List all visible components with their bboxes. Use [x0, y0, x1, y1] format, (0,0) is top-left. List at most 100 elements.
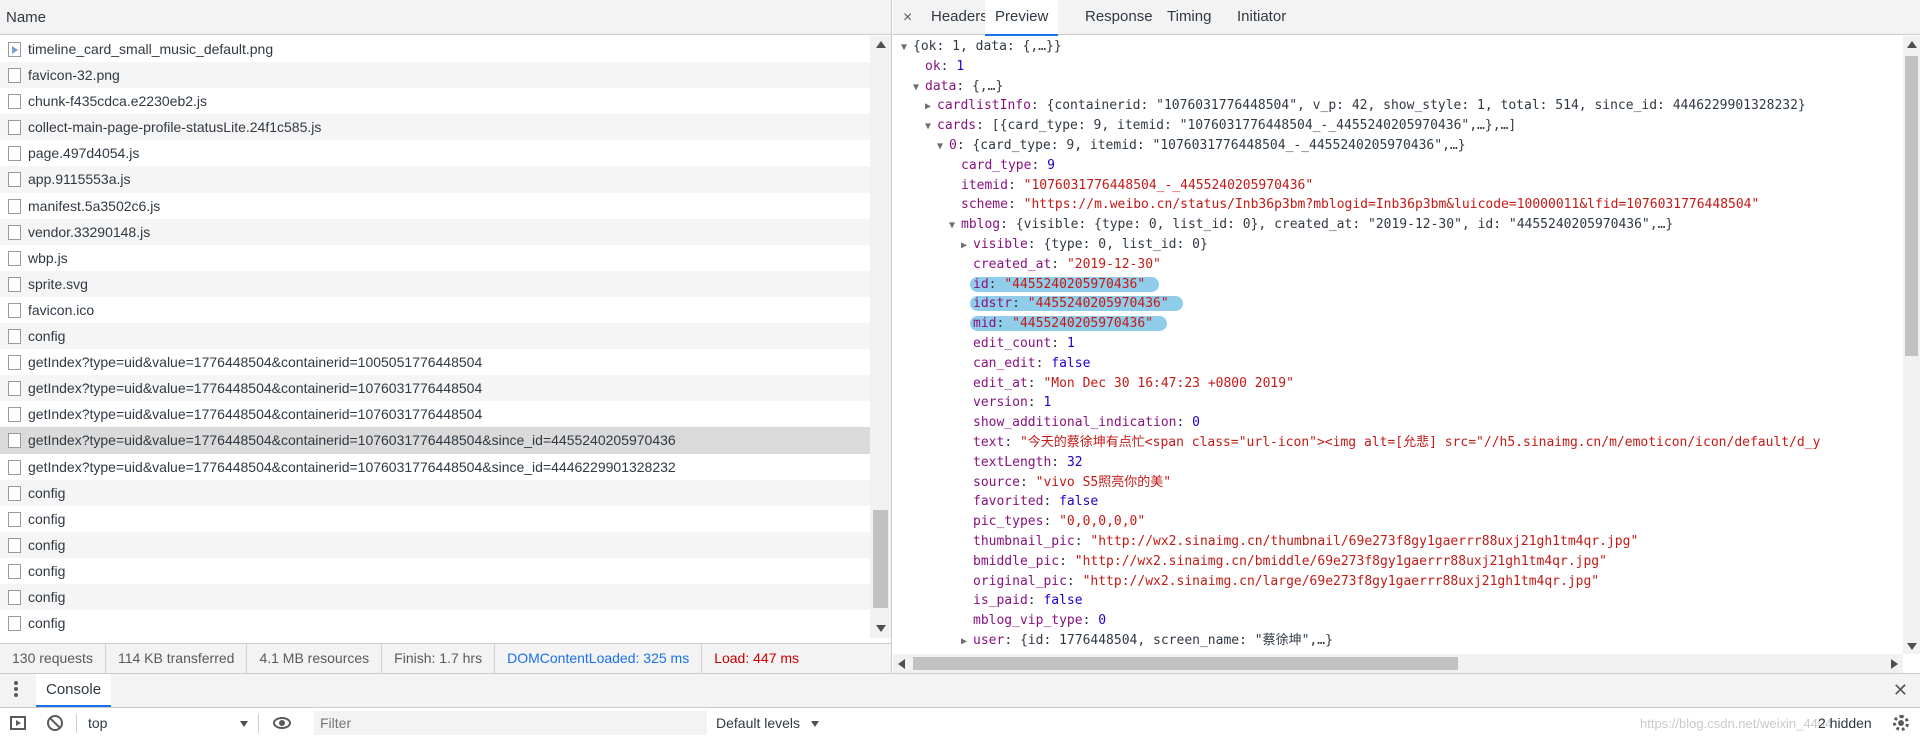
request-row[interactable]: favicon-32.png: [0, 62, 870, 89]
chevron-down-icon[interactable]: [811, 721, 819, 727]
json-tree-line[interactable]: thumbnail_pic: "http://wx2.sinaimg.cn/th…: [961, 532, 1638, 552]
request-row[interactable]: vendor.33290148.js: [0, 218, 870, 245]
json-tree-line[interactable]: id: "4455240205970436": [961, 275, 1160, 295]
request-row[interactable]: sprite.svg: [0, 270, 870, 297]
json-tree-line[interactable]: ▼ cards: [{card_type: 9, itemid: "1076031…: [925, 116, 1516, 136]
tab-console[interactable]: Console: [36, 674, 112, 707]
json-tree-line[interactable]: ▶ visible: {type: 0, list_id: 0}: [961, 235, 1208, 255]
json-tree-line[interactable]: show_additional_indication: 0: [961, 413, 1200, 433]
json-key: edit_count: [973, 336, 1052, 351]
json-tree-line[interactable]: ▼ data: {,…}: [913, 77, 1003, 97]
expanded-triangle-icon[interactable]: ▼: [925, 117, 937, 137]
json-tree-line[interactable]: edit_count: 1: [961, 334, 1075, 354]
request-row[interactable]: timeline_card_small_music_default.png: [0, 36, 870, 62]
console-filter-input[interactable]: [314, 711, 707, 735]
request-row[interactable]: getIndex?type=uid&value=1776448504&conta…: [0, 401, 870, 427]
expanded-triangle-icon[interactable]: ▼: [949, 216, 961, 236]
preview-vertical-scrollbar[interactable]: [1903, 36, 1920, 654]
request-row[interactable]: getIndex?type=uid&value=1776448504&conta…: [0, 454, 870, 480]
json-tree-line[interactable]: mid: "4455240205970436": [961, 314, 1168, 334]
json-tree-line[interactable]: text: "今天的蔡徐坤有点忙<span class="url-icon"><…: [961, 433, 1820, 453]
live-expression-eye-icon[interactable]: [273, 717, 291, 729]
log-levels-dropdown[interactable]: Default levels: [716, 708, 800, 739]
json-tree-line[interactable]: idstr: "4455240205970436": [961, 294, 1183, 314]
json-tree-line[interactable]: ▼ mblog: {visible: {type: 0, list_id: 0},…: [949, 215, 1673, 235]
request-row[interactable]: config: [0, 479, 870, 506]
scroll-thumb[interactable]: [1905, 56, 1918, 356]
expanded-triangle-icon[interactable]: ▼: [913, 78, 925, 98]
scroll-left-arrow-icon[interactable]: [898, 659, 905, 669]
context-selector[interactable]: top: [88, 708, 107, 739]
clear-console-icon[interactable]: [47, 715, 63, 731]
collapsed-triangle-icon[interactable]: ▶: [961, 236, 973, 256]
json-tree-line[interactable]: scheme: "https://m.weibo.cn/status/Inb36…: [949, 195, 1759, 215]
json-tree-line[interactable]: is_paid: false: [961, 591, 1083, 611]
gear-icon[interactable]: [1893, 715, 1909, 731]
close-drawer-icon[interactable]: ✕: [1893, 674, 1908, 707]
request-list-scrollbar[interactable]: [870, 36, 891, 638]
scroll-down-arrow-icon[interactable]: [876, 625, 886, 632]
scroll-up-arrow-icon[interactable]: [876, 41, 886, 48]
json-punctuation: :: [1082, 613, 1099, 629]
show-sidebar-icon[interactable]: [10, 716, 26, 730]
file-icon: [8, 120, 21, 136]
scroll-down-arrow-icon[interactable]: [1907, 643, 1917, 650]
expanded-triangle-icon[interactable]: ▼: [901, 38, 913, 58]
json-tree-line[interactable]: ▼ 0: {card_type: 9, itemid: "107603177644…: [937, 136, 1466, 156]
request-row[interactable]: page.497d4054.js: [0, 140, 870, 166]
request-name: timeline_card_small_music_default.png: [28, 41, 274, 57]
json-tree-line[interactable]: ▶ cardlistInfo: {containerid: "1076031776…: [925, 96, 1806, 116]
request-row[interactable]: config: [0, 610, 870, 636]
request-row[interactable]: config: [0, 323, 870, 350]
json-tree-line[interactable]: created_at: "2019-12-30": [961, 255, 1161, 275]
json-tree-line[interactable]: pic_types: "0,0,0,0,0": [961, 512, 1145, 532]
json-tree-line[interactable]: ok: 1: [913, 57, 964, 77]
hidden-messages-count[interactable]: 2 hidden: [1818, 708, 1872, 739]
request-row[interactable]: config: [0, 531, 870, 558]
request-row[interactable]: collect-main-page-profile-statusLite.24f…: [0, 114, 870, 141]
request-row[interactable]: chunk-f435cdca.e2230eb2.js: [0, 88, 870, 114]
tab-initiator[interactable]: Initiator: [1227, 0, 1296, 34]
json-tree-line[interactable]: source: "vivo S5照亮你的美": [961, 473, 1171, 493]
expanded-triangle-icon[interactable]: ▼: [937, 137, 949, 157]
chevron-down-icon[interactable]: [240, 721, 248, 727]
more-tools-icon[interactable]: [14, 681, 18, 699]
json-tree-line[interactable]: itemid: "1076031776448504_-_445524020597…: [949, 176, 1313, 196]
request-row[interactable]: wbp.js: [0, 245, 870, 271]
scroll-right-arrow-icon[interactable]: [1891, 659, 1898, 669]
request-row[interactable]: config: [0, 583, 870, 611]
request-row[interactable]: config: [0, 506, 870, 532]
preview-horizontal-scrollbar[interactable]: [893, 654, 1903, 673]
request-name: vendor.33290148.js: [28, 223, 151, 240]
json-tree-line[interactable]: favorited: false: [961, 492, 1098, 512]
collapsed-triangle-icon[interactable]: ▶: [925, 97, 937, 117]
json-tree-line[interactable]: original_pic: "http://wx2.sinaimg.cn/lar…: [961, 572, 1599, 592]
json-tree-line[interactable]: textLength: 32: [961, 453, 1083, 473]
collapsed-triangle-icon[interactable]: ▶: [961, 632, 973, 652]
request-row[interactable]: manifest.5a3502c6.js: [0, 193, 870, 219]
scroll-thumb[interactable]: [913, 657, 1458, 670]
json-tree-line[interactable]: edit_at: "Mon Dec 30 16:47:23 +0800 2019…: [961, 374, 1294, 394]
request-row[interactable]: favicon.ico: [0, 297, 870, 323]
tab-response[interactable]: Response: [1075, 0, 1163, 34]
name-column-header[interactable]: Name: [0, 0, 891, 35]
request-row[interactable]: config: [0, 558, 870, 584]
tab-preview[interactable]: Preview: [985, 0, 1059, 36]
json-tree-line[interactable]: ▶ user: {id: 1776448504, screen_name: "蔡徐…: [961, 631, 1333, 651]
request-row[interactable]: getIndex?type=uid&value=1776448504&conta…: [0, 349, 870, 375]
scroll-thumb[interactable]: [873, 510, 888, 608]
json-punctuation: :: [1019, 474, 1036, 490]
json-tree-line[interactable]: ▼ {ok: 1, data: {,…}}: [901, 37, 1062, 57]
tab-timing[interactable]: Timing: [1157, 0, 1221, 34]
json-tree-line[interactable]: bmiddle_pic: "http://wx2.sinaimg.cn/bmid…: [961, 552, 1607, 572]
json-tree-line[interactable]: card_type: 9: [949, 156, 1055, 176]
request-row[interactable]: getIndex?type=uid&value=1776448504&conta…: [0, 427, 870, 454]
json-tree-line[interactable]: can_edit: false: [961, 354, 1090, 374]
request-row[interactable]: getIndex?type=uid&value=1776448504&conta…: [0, 375, 870, 402]
request-row[interactable]: app.9115553a.js: [0, 166, 870, 193]
scroll-up-arrow-icon[interactable]: [1907, 41, 1917, 48]
json-tree-line[interactable]: version: 1: [961, 393, 1051, 413]
close-detail-icon[interactable]: ×: [903, 0, 912, 35]
json-key: created_at: [973, 256, 1052, 272]
json-tree-line[interactable]: mblog_vip_type: 0: [961, 611, 1106, 631]
